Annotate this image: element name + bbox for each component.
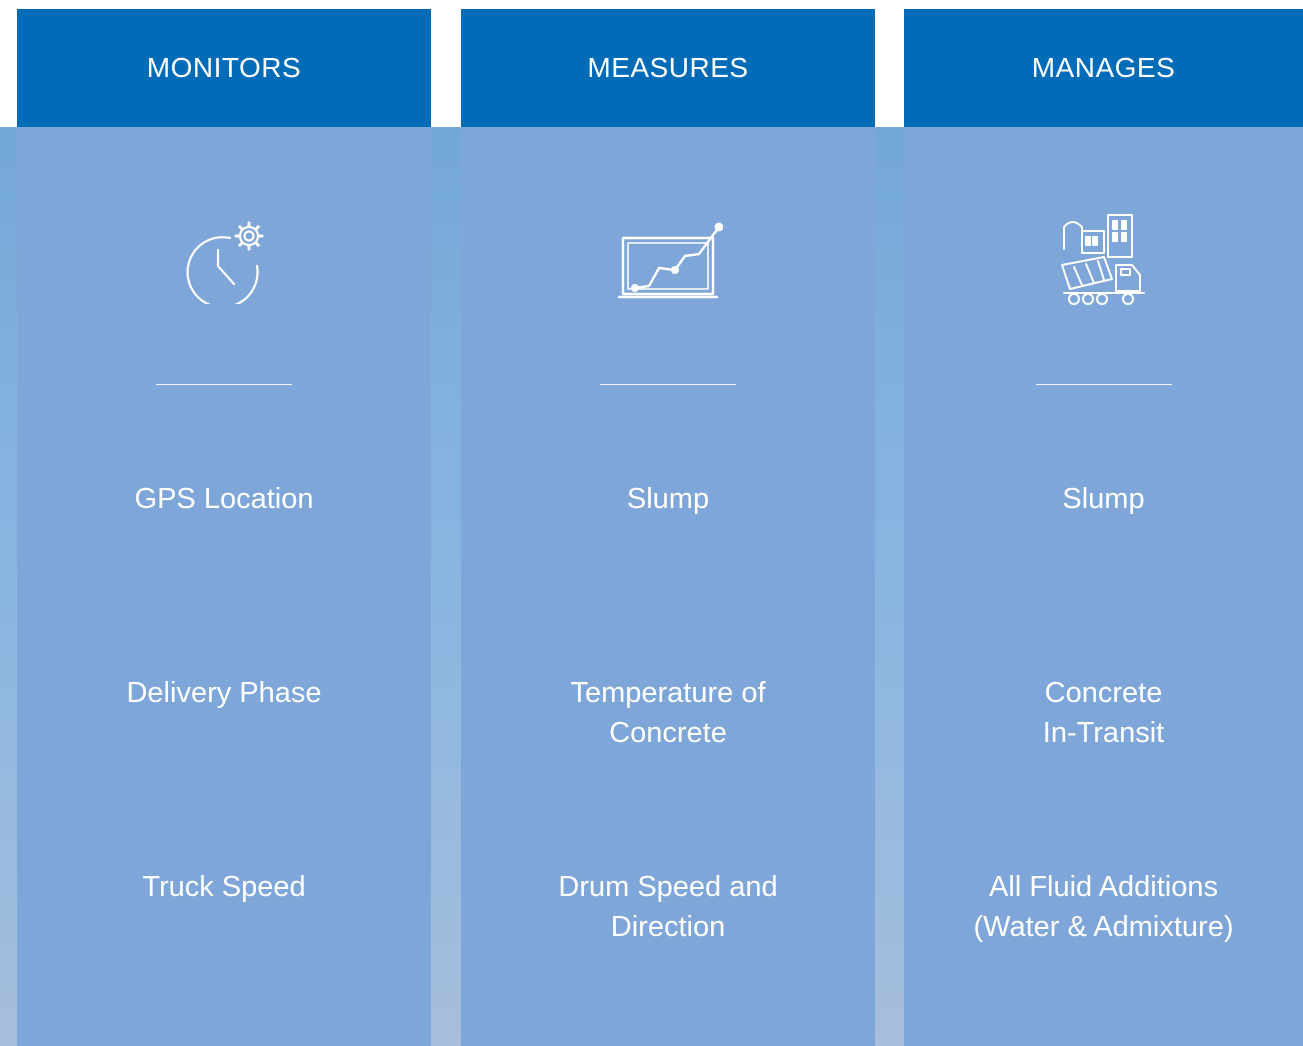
column-header: MANAGES [904, 9, 1303, 127]
clock-gear-icon [17, 209, 431, 309]
concrete-plant-truck-icon [904, 209, 1303, 309]
feature-label: All Fluid Additions (Water & Admixture) [973, 871, 1234, 943]
divider [156, 384, 292, 385]
feature-label: Drum Speed and Direction [558, 871, 778, 943]
column-manages: MANAGES Slump Concrete In-Transit All Fl… [904, 9, 1303, 1046]
divider [1035, 384, 1172, 385]
column-measures: MEASURES Slump Temperature of Concrete D… [461, 9, 875, 1046]
feature-label: Truck Speed [142, 871, 306, 903]
column-header: MEASURES [461, 9, 875, 127]
feature-label: Concrete In-Transit [1042, 677, 1165, 749]
column-monitors: MONITORS GPS Location Delivery Phase Tru… [17, 9, 431, 1046]
feature-label: Slump [626, 483, 710, 515]
feature-label: Delivery Phase [126, 677, 322, 709]
feature-label: GPS Location [134, 483, 314, 515]
feature-label: Temperature of Concrete [570, 677, 766, 749]
line-chart-monitor-icon [461, 209, 875, 309]
feature-label: Slump [1062, 483, 1145, 515]
column-header: MONITORS [17, 9, 431, 127]
divider [600, 384, 736, 385]
